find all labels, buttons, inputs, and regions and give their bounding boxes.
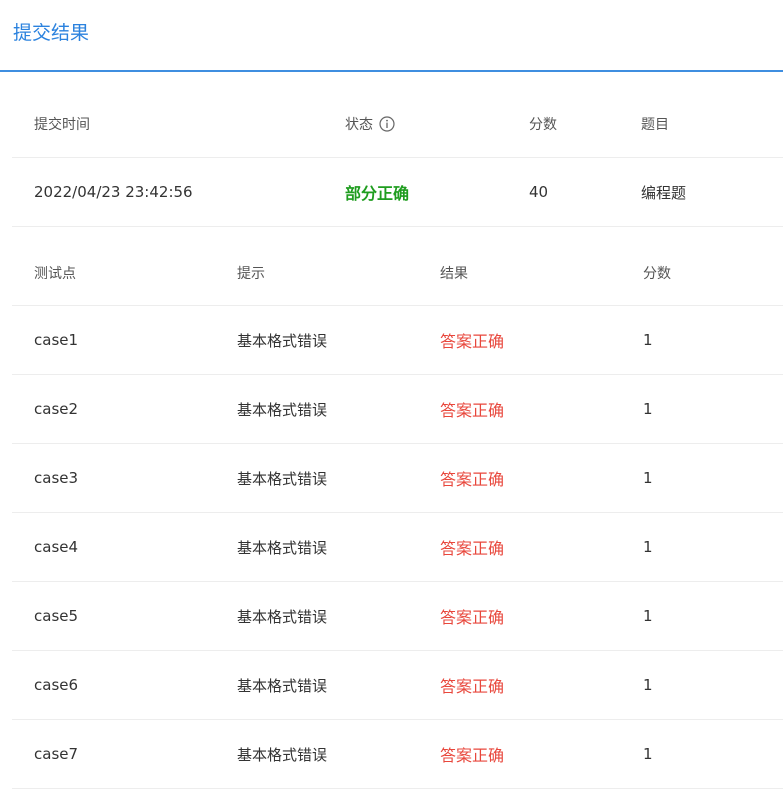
hint-cell: 基本格式错误 [237, 331, 328, 350]
hint-cell: 基本格式错误 [237, 745, 328, 764]
score-value: 40 [529, 183, 549, 201]
case-table-header: 测试点 提示 结果 分数 [12, 240, 783, 306]
score-cell: 1 [643, 745, 653, 763]
table-row: case6 基本格式错误 答案正确 1 [12, 651, 783, 720]
result-cell: 答案正确 [440, 332, 505, 351]
summary-table-header: 提交时间 状态 分数 题目 [12, 90, 783, 158]
test-point-cell: case1 [34, 331, 79, 349]
column-header-score: 分数 [529, 116, 557, 133]
column-header-status: 状态 [345, 90, 395, 157]
score-cell: 1 [643, 331, 653, 349]
column-header-submit-time: 提交时间 [34, 116, 90, 133]
column-header-result: 结果 [440, 265, 468, 282]
column-header-status-label: 状态 [345, 116, 373, 133]
table-row: case7 基本格式错误 答案正确 1 [12, 720, 783, 789]
hint-cell: 基本格式错误 [237, 538, 328, 557]
page-title: 提交结果 [13, 22, 90, 44]
score-cell: 1 [643, 538, 653, 556]
table-row: case2 基本格式错误 答案正确 1 [12, 375, 783, 444]
column-header-test-point: 测试点 [34, 265, 76, 282]
result-cell: 答案正确 [440, 401, 505, 420]
summary-row: 2022/04/23 23:42:56 部分正确 40 编程题 [12, 158, 783, 227]
test-point-cell: case6 [34, 676, 79, 694]
page-header: 提交结果 [0, 0, 783, 72]
score-cell: 1 [643, 607, 653, 625]
info-circle-icon[interactable] [379, 115, 395, 132]
test-point-cell: case3 [34, 469, 79, 487]
score-cell: 1 [643, 400, 653, 418]
result-cell: 答案正确 [440, 539, 505, 558]
result-cell: 答案正确 [440, 470, 505, 489]
case-table-body: case1 基本格式错误 答案正确 1 case2 基本格式错误 答案正确 1 … [12, 306, 783, 789]
status-value: 部分正确 [345, 184, 410, 203]
problem-value[interactable]: 编程题 [641, 158, 686, 226]
hint-cell: 基本格式错误 [237, 469, 328, 488]
hint-cell: 基本格式错误 [237, 400, 328, 419]
result-cell: 答案正确 [440, 677, 505, 696]
hint-cell: 基本格式错误 [237, 607, 328, 626]
test-point-cell: case4 [34, 538, 79, 556]
submit-time-value: 2022/04/23 23:42:56 [34, 183, 193, 201]
score-cell: 1 [643, 469, 653, 487]
table-row: case4 基本格式错误 答案正确 1 [12, 513, 783, 582]
result-cell: 答案正确 [440, 746, 505, 765]
table-row: case1 基本格式错误 答案正确 1 [12, 306, 783, 375]
column-header-case-score: 分数 [643, 265, 671, 282]
column-header-hint: 提示 [237, 265, 265, 282]
score-cell: 1 [643, 676, 653, 694]
table-row: case3 基本格式错误 答案正确 1 [12, 444, 783, 513]
test-point-cell: case5 [34, 607, 79, 625]
test-point-cell: case7 [34, 745, 79, 763]
hint-cell: 基本格式错误 [237, 676, 328, 695]
column-header-problem: 题目 [641, 116, 669, 133]
test-point-cell: case2 [34, 400, 79, 418]
table-row: case5 基本格式错误 答案正确 1 [12, 582, 783, 651]
result-cell: 答案正确 [440, 608, 505, 627]
